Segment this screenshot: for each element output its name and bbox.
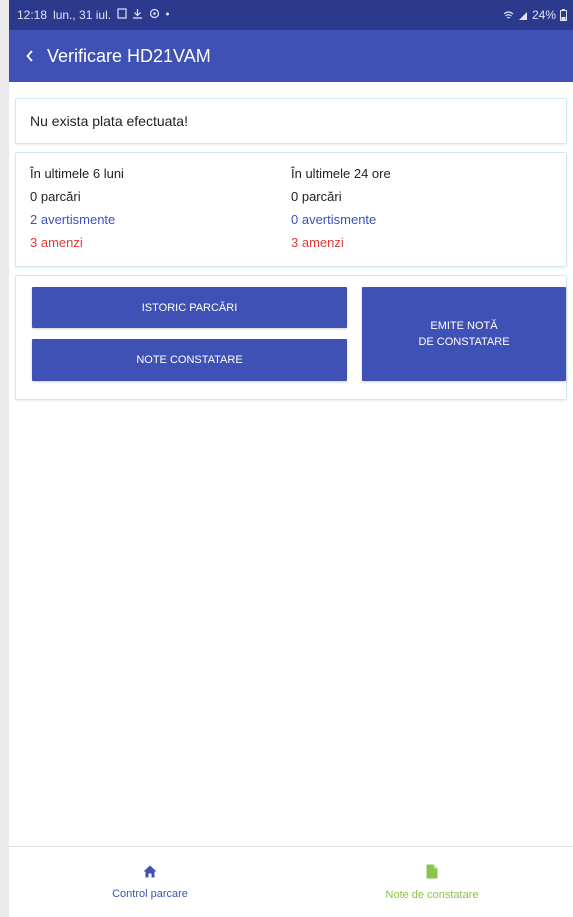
status-date: lun., 31 iul. [53, 8, 112, 22]
emit-note-line1: EMITE NOTĂ [430, 320, 498, 332]
emit-note-line2: DE CONSTATARE [418, 336, 510, 348]
nav-note-constatare-label: Note de constatare [385, 888, 479, 901]
battery-icon [560, 9, 567, 21]
stats-6-months-fines: 3 amenzi [30, 235, 83, 250]
emit-note-button[interactable]: EMITE NOTĂ DE CONSTATARE [362, 287, 566, 381]
stats-24-hours-fines: 3 amenzi [291, 235, 344, 250]
battery-percent: 24% [531, 8, 556, 22]
emit-note-label: EMITE NOTĂ DE CONSTATARE [418, 318, 509, 350]
notes-button[interactable]: NOTE CONSTATARE [32, 339, 347, 381]
status-bar: 12:18 lun., 31 iul. 24% [9, 0, 573, 30]
app-bar: Verificare HD21VAM [9, 30, 573, 82]
stats-card: În ultimele 6 luni 0 parcări 2 avertisme… [15, 152, 567, 267]
stats-6-months-parkings: 0 parcări [30, 189, 81, 204]
nav-control-parcare-label: Control parcare [112, 887, 188, 900]
home-icon [143, 865, 157, 877]
payment-message: Nu exista plata efectuata! [30, 113, 188, 129]
parking-history-button[interactable]: ISTORIC PARCĂRI [32, 287, 347, 328]
status-left: 12:18 lun., 31 iul. [17, 8, 170, 22]
actions-card: ISTORIC PARCĂRI NOTE CONSTATARE EMITE NO… [15, 275, 567, 400]
clipboard-icon [117, 8, 127, 19]
stats-6-months-heading: În ultimele 6 luni [30, 166, 124, 181]
wifi-icon [503, 10, 514, 18]
stats-6-months-warnings: 2 avertismente [30, 212, 116, 227]
page-title: Verificare HD21VAM [47, 45, 211, 66]
signal-icon [518, 11, 527, 20]
sync-icon [149, 8, 159, 19]
stats-24-hours: În ultimele 24 ore 0 parcări 0 avertisme… [291, 165, 552, 254]
bottom-navigation: Control parcare Note de constatare [9, 846, 573, 917]
download-icon [133, 9, 143, 19]
status-time: 12:18 [17, 8, 48, 22]
back-button[interactable] [19, 45, 41, 67]
status-right: 24% [503, 8, 567, 22]
stats-24-hours-warnings: 0 avertismente [291, 212, 377, 227]
stats-6-months: În ultimele 6 luni 0 parcări 2 avertisme… [30, 165, 291, 254]
stats-24-hours-heading: În ultimele 24 ore [291, 166, 391, 181]
chevron-left-icon [26, 50, 33, 62]
document-icon [426, 864, 438, 878]
nav-note-constatare[interactable]: Note de constatare [291, 847, 573, 917]
payment-status-card: Nu exista plata efectuata! [15, 98, 567, 144]
nav-control-parcare[interactable]: Control parcare [9, 847, 291, 917]
phone-screen: 12:18 lun., 31 iul. 24% Verificare HD21V… [9, 0, 573, 917]
stats-24-hours-parkings: 0 parcări [291, 189, 342, 204]
dot-icon [166, 12, 170, 16]
notification-icons [117, 8, 170, 22]
